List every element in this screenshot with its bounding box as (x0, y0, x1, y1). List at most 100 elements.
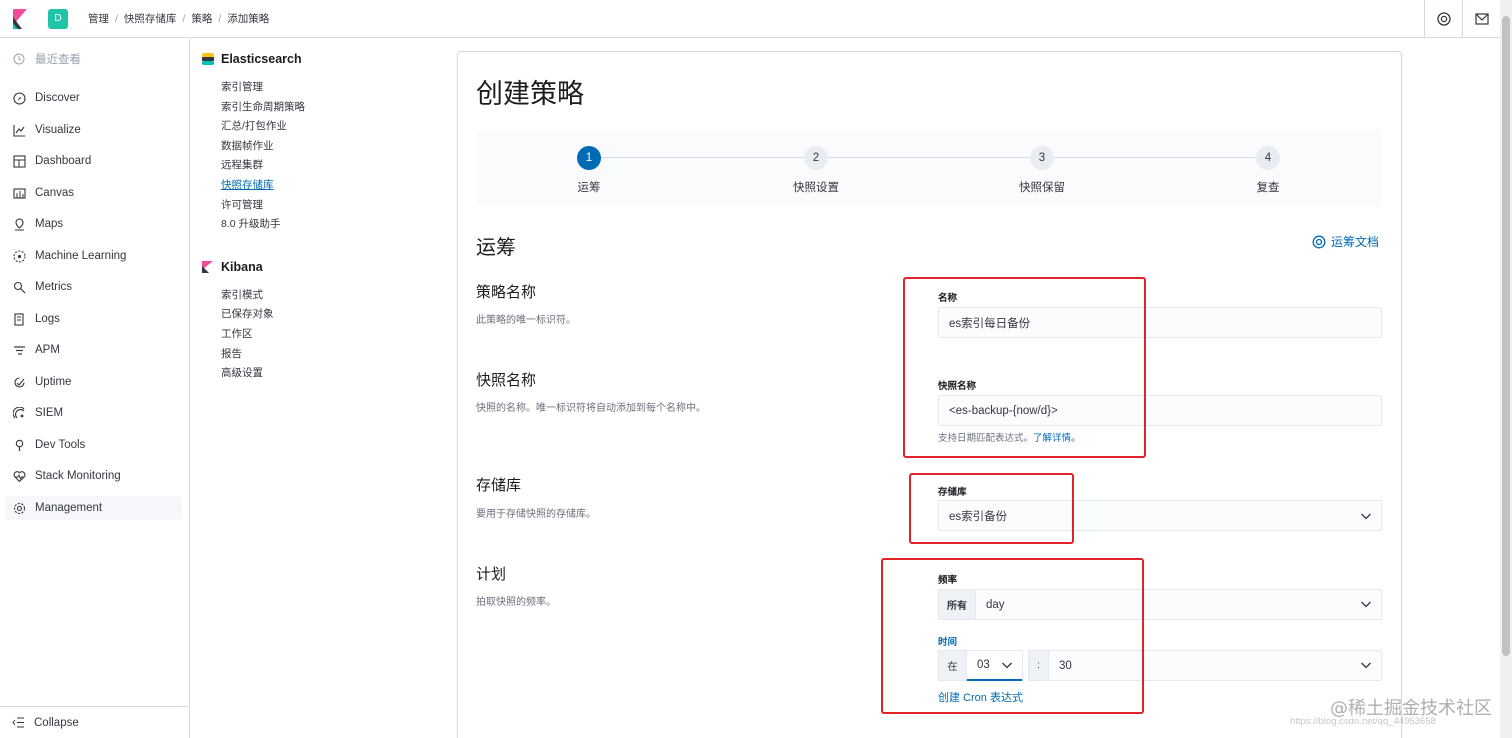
nav-item-maps[interactable]: Maps (6, 212, 182, 236)
mgmt-link-ilm[interactable]: 索引生命周期策略 (221, 99, 305, 114)
mgmt-link-transforms[interactable]: 数据帧作业 (221, 138, 274, 153)
page-scrollbar[interactable] (1500, 0, 1512, 738)
help-lifebuoy-icon (1312, 235, 1326, 248)
mgmt-link-spaces[interactable]: 工作区 (221, 326, 253, 341)
nav-item-machine-learning[interactable]: Machine Learning (6, 244, 182, 268)
nav-item-canvas[interactable]: Canvas (6, 181, 182, 205)
devtools-icon (12, 438, 26, 452)
step-1-circle[interactable]: 1 (577, 146, 601, 170)
nav-item-uptime[interactable]: Uptime (6, 370, 182, 394)
side-nav: 最近查看 Discover Visualize Dashboard Canvas… (0, 39, 190, 738)
mgmt-link-license[interactable]: 许可管理 (221, 197, 263, 212)
mgmt-link-reporting[interactable]: 报告 (221, 346, 242, 361)
docs-link[interactable]: 运筹文档 (1312, 233, 1379, 250)
nav-item-management[interactable]: Management (6, 496, 182, 520)
step-3-label[interactable]: 快照保留 (982, 179, 1102, 195)
step-2-circle[interactable]: 2 (804, 146, 828, 170)
step-4-label[interactable]: 复查 (1208, 179, 1328, 195)
nav-collapse-button[interactable]: Collapse (0, 706, 190, 738)
nav-item-siem[interactable]: SIEM (6, 401, 182, 425)
nav-label: 最近查看 (35, 54, 81, 66)
canvas-icon (12, 186, 26, 200)
chevron-down-icon (1361, 662, 1371, 669)
mgmt-link-upgrade-assistant[interactable]: 8.0 升级助手 (221, 216, 281, 231)
annotation-box (909, 473, 1074, 544)
section-kibana: Kibana (202, 260, 263, 274)
logs-icon (12, 312, 26, 326)
gear-icon (12, 501, 26, 515)
nav-label: Uptime (35, 376, 72, 388)
nav-item-apm[interactable]: APM (6, 338, 182, 362)
mgmt-link-remote-clusters[interactable]: 远程集群 (221, 157, 263, 172)
step-3-circle[interactable]: 3 (1030, 146, 1054, 170)
schedule-desc: 拍取快照的频率。 (476, 597, 556, 608)
kibana-logo-icon[interactable] (10, 8, 30, 29)
nav-item-logs[interactable]: Logs (6, 307, 182, 331)
breadcrumb-item[interactable]: 管理 (88, 11, 109, 26)
nav-label: Machine Learning (35, 250, 127, 262)
annotation-box (881, 558, 1144, 714)
mgmt-link-saved-objects[interactable]: 已保存对象 (221, 306, 274, 321)
nav-label: APM (35, 344, 60, 356)
maps-icon (12, 217, 26, 231)
elasticsearch-logo-icon (202, 53, 214, 65)
mail-button[interactable] (1462, 0, 1500, 38)
nav-label: Discover (35, 92, 80, 104)
monitoring-icon (12, 469, 26, 483)
visualize-icon (12, 123, 26, 137)
breadcrumb-separator: / (115, 12, 118, 25)
mgmt-link-advanced-settings[interactable]: 高级设置 (221, 365, 263, 380)
nav-recently-viewed[interactable]: 最近查看 (6, 47, 182, 71)
clock-icon (12, 52, 26, 66)
help-button[interactable] (1424, 0, 1462, 38)
uptime-icon (12, 375, 26, 389)
breadcrumb-item[interactable]: 策略 (191, 11, 212, 26)
nav-item-dashboard[interactable]: Dashboard (6, 149, 182, 173)
mgmt-link-index-management[interactable]: 索引管理 (221, 79, 263, 94)
nav-item-metrics[interactable]: Metrics (6, 275, 182, 299)
repository-title: 存储库 (476, 477, 522, 494)
mail-icon (1474, 13, 1489, 25)
collapse-icon (12, 717, 25, 728)
metrics-icon (12, 280, 26, 294)
repository-desc: 要用于存储快照的存储库。 (476, 509, 596, 520)
compass-icon (12, 91, 26, 105)
space-avatar[interactable]: D (48, 8, 68, 29)
step-2-label[interactable]: 快照设置 (756, 179, 876, 195)
scrollbar-thumb[interactable] (1502, 16, 1510, 656)
dashboard-icon (12, 154, 26, 168)
help-lifebuoy-icon (1436, 12, 1451, 26)
snapshot-name-title: 快照名称 (476, 372, 537, 389)
nav-label: Metrics (35, 281, 73, 293)
siem-icon (12, 406, 26, 420)
nav-label: Maps (35, 218, 64, 230)
nav-item-visualize[interactable]: Visualize (6, 118, 182, 142)
annotation-box (903, 277, 1146, 458)
nav-item-dev-tools[interactable]: Dev Tools (6, 433, 182, 457)
mgmt-link-index-patterns[interactable]: 索引模式 (221, 287, 263, 302)
section-title: Kibana (221, 260, 263, 274)
section-elasticsearch: Elasticsearch (202, 52, 302, 66)
section-title: 运筹 (476, 237, 516, 259)
step-connector (601, 157, 816, 158)
nav-item-discover[interactable]: Discover (6, 86, 182, 110)
snapshot-name-desc: 快照的名称。唯一标识符将自动添加到每个名称中。 (476, 403, 706, 414)
breadcrumb-item[interactable]: 快照存储库 (124, 11, 177, 26)
step-1-label[interactable]: 运筹 (529, 179, 649, 195)
apm-icon (12, 343, 26, 357)
mgmt-link-rollup[interactable]: 汇总/打包作业 (221, 118, 287, 133)
nav-label: SIEM (35, 407, 64, 419)
ml-icon (12, 249, 26, 263)
management-side-nav: Elasticsearch 索引管理 索引生命周期策略 汇总/打包作业 数据帧作… (190, 39, 450, 738)
stepper: 1 运筹 2 快照设置 3 快照保留 4 复查 (476, 129, 1382, 207)
nav-label: Canvas (35, 187, 74, 199)
breadcrumb-separator: / (182, 12, 186, 25)
policy-name-desc: 此策略的唯一标识符。 (476, 315, 576, 326)
nav-label: Stack Monitoring (35, 470, 121, 482)
step-4-circle[interactable]: 4 (1256, 146, 1280, 170)
nav-label: Dashboard (35, 155, 92, 167)
page-title: 创建策略 (476, 79, 584, 109)
nav-item-stack-monitoring[interactable]: Stack Monitoring (6, 464, 182, 488)
nav-label: Logs (35, 313, 60, 325)
mgmt-link-snapshot-repo[interactable]: 快照存储库 (221, 177, 274, 192)
